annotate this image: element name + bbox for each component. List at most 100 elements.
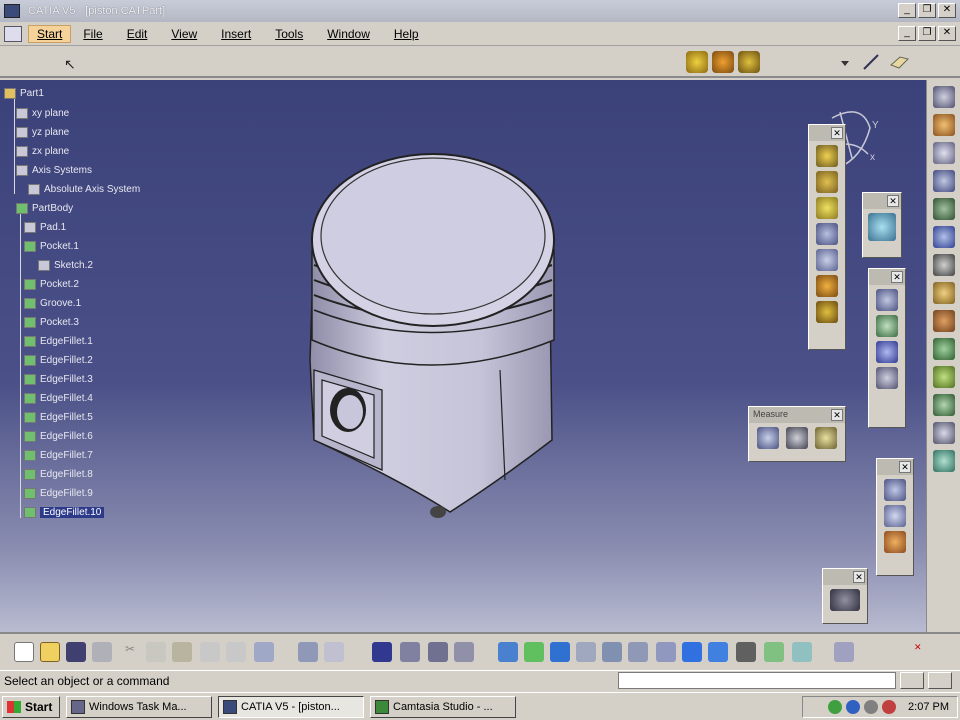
close-surface-icon[interactable] (932, 394, 955, 416)
view-icon[interactable] (602, 642, 622, 662)
measure-between-icon[interactable] (756, 427, 779, 449)
cut-icon[interactable]: ✂ (120, 642, 140, 662)
boolean-icon[interactable] (932, 310, 955, 332)
whats-this-icon[interactable] (254, 642, 274, 662)
menu-insert[interactable]: Insert (209, 27, 263, 41)
sketcher-tool-icon[interactable] (868, 213, 896, 241)
tree-node-edgefillet-8[interactable]: EdgeFillet.8 (24, 467, 93, 481)
pan-icon[interactable] (428, 642, 448, 662)
status-button-1[interactable] (900, 672, 924, 689)
tree-node-pocket-3[interactable]: Pocket.3 (24, 315, 79, 329)
taskbar-task-manager[interactable]: Windows Task Ma... (66, 696, 212, 718)
menu-view[interactable]: View (159, 27, 209, 41)
menu-tools[interactable]: Tools (263, 27, 315, 41)
tree-root[interactable]: Part1 (4, 86, 44, 100)
restore-button[interactable]: ❐ (918, 3, 936, 18)
plane-tool-icon[interactable] (932, 142, 955, 164)
palette-close-button[interactable]: ✕ (891, 271, 903, 283)
swap-visible-icon[interactable] (764, 642, 784, 662)
rib-tool-icon[interactable] (816, 275, 838, 297)
zoom-out-icon[interactable] (524, 642, 544, 662)
sketcher-icon[interactable] (932, 114, 955, 136)
zoom-in-icon[interactable] (498, 642, 518, 662)
tree-node-edgefillet-9[interactable]: EdgeFillet.9 (24, 486, 93, 500)
menu-file[interactable]: File (71, 27, 114, 41)
palette-close-button[interactable]: ✕ (853, 571, 865, 583)
menu-start[interactable]: Start (28, 24, 72, 43)
measure-inertia-icon[interactable] (815, 427, 838, 449)
open-file-icon[interactable] (40, 642, 60, 662)
analysis-icon[interactable] (932, 422, 955, 444)
mirror-tool-icon[interactable] (876, 315, 898, 337)
pattern-tool-icon[interactable] (876, 341, 898, 363)
update-icon[interactable] (298, 642, 318, 662)
tree-node-edgefillet-5[interactable]: EdgeFillet.5 (24, 410, 93, 424)
rules-icon[interactable] (738, 51, 760, 73)
paste-icon[interactable] (172, 642, 192, 662)
workbench-icon[interactable] (932, 86, 955, 108)
palette-close-button[interactable]: ✕ (899, 461, 911, 473)
tree-node-edgefillet-10[interactable]: EdgeFillet.10 (24, 505, 105, 519)
print-icon[interactable] (92, 642, 112, 662)
windows-start-button[interactable]: Start (2, 696, 60, 718)
dropdown-arrow-icon[interactable] (838, 53, 852, 71)
3d-viewport[interactable]: Part1 xy plane yz plane zx plane Axis Sy… (0, 80, 926, 632)
annotation-icon[interactable] (932, 450, 955, 472)
multi-view-icon[interactable] (628, 642, 648, 662)
render-style-icon[interactable] (656, 642, 676, 662)
remove-face-icon[interactable] (932, 282, 955, 304)
taskbar-catia[interactable]: CATIA V5 - [piston... (218, 696, 364, 718)
catia-app-icon[interactable] (4, 4, 20, 18)
shading-icon[interactable] (682, 642, 702, 662)
fly-mode-icon[interactable] (372, 642, 392, 662)
translate-tool-icon[interactable] (876, 289, 898, 311)
comment-icon[interactable] (324, 642, 344, 662)
copy-icon[interactable] (146, 642, 166, 662)
save-icon[interactable] (66, 642, 86, 662)
draft-icon[interactable] (932, 170, 955, 192)
doc-restore-button[interactable]: ❐ (918, 26, 936, 41)
normal-space-icon[interactable] (792, 642, 812, 662)
tree-node-pocket-1[interactable]: Pocket.1 (24, 239, 79, 253)
pocket-tool-icon[interactable] (816, 171, 838, 193)
menu-window[interactable]: Window (315, 27, 382, 41)
hide-show-icon[interactable] (736, 642, 756, 662)
menu-edit[interactable]: Edit (115, 27, 160, 41)
minimize-button[interactable]: _ (898, 3, 916, 18)
tree-node-pad[interactable]: Pad.1 (24, 220, 66, 234)
tree-node-zx-plane[interactable]: zx plane (16, 144, 69, 158)
constraint-dialog-icon[interactable] (884, 505, 906, 527)
tree-node-xy-plane[interactable]: xy plane (16, 106, 69, 120)
material-icon[interactable] (834, 642, 854, 662)
document-icon[interactable] (4, 25, 22, 42)
tree-node-axis-systems[interactable]: Axis Systems (16, 163, 92, 177)
fit-all-icon[interactable] (400, 642, 420, 662)
tree-node-yz-plane[interactable]: yz plane (16, 125, 69, 139)
groove-tool-icon[interactable] (816, 223, 838, 245)
tree-node-edgefillet-4[interactable]: EdgeFillet.4 (24, 391, 93, 405)
tree-node-edgefillet-1[interactable]: EdgeFillet.1 (24, 334, 93, 348)
measure-item-icon[interactable] (785, 427, 808, 449)
tray-volume-icon[interactable] (864, 700, 879, 714)
thread-icon[interactable] (932, 254, 955, 276)
line-icon[interactable] (860, 51, 882, 73)
constraint-tool-icon[interactable] (884, 479, 906, 501)
knowledge-icon[interactable] (712, 51, 734, 73)
close-button[interactable]: ✕ (938, 3, 956, 18)
new-file-icon[interactable] (14, 642, 34, 662)
palette-close-button[interactable]: ✕ (887, 195, 899, 207)
palette-close-button[interactable]: ✕ (831, 409, 843, 421)
tray-security-icon[interactable] (882, 700, 897, 714)
tray-network-icon[interactable] (828, 700, 843, 714)
tree-node-absolute-axis[interactable]: Absolute Axis System (28, 182, 140, 196)
palette-close-button[interactable]: ✕ (831, 127, 843, 139)
slot-tool-icon[interactable] (816, 301, 838, 323)
rotate-icon[interactable] (454, 642, 474, 662)
piston-3d-model[interactable] (300, 140, 570, 520)
tray-app-icon[interactable] (846, 700, 861, 714)
tree-node-pocket-2[interactable]: Pocket.2 (24, 277, 79, 291)
sew-icon[interactable] (932, 366, 955, 388)
shell-icon[interactable] (932, 198, 955, 220)
tree-node-edgefillet-7[interactable]: EdgeFillet.7 (24, 448, 93, 462)
normal-view-icon[interactable] (550, 642, 570, 662)
